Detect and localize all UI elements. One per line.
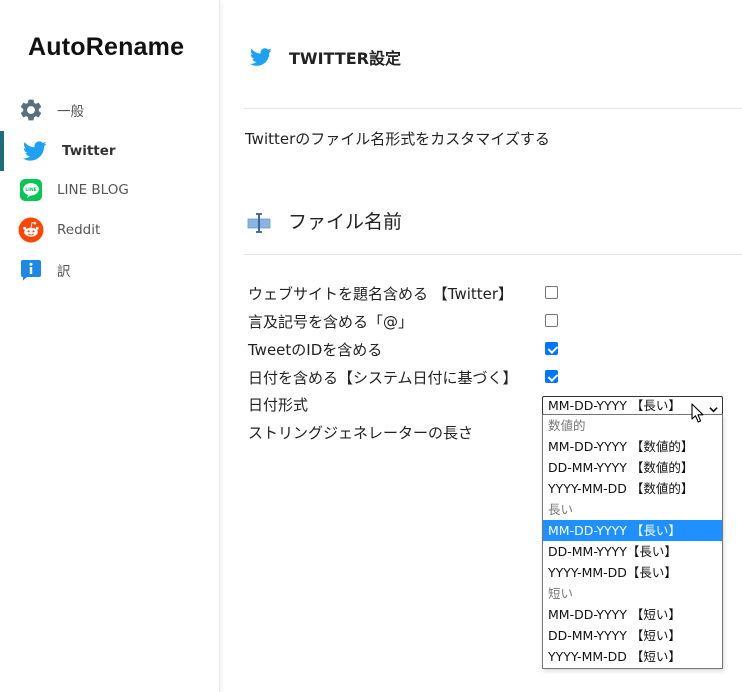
text-cursor-icon [247,211,271,235]
page-description: Twitterのファイル名形式をカスタマイズする [245,130,550,148]
sidebar-item-line-blog[interactable]: LINE LINE BLOG [0,172,220,208]
dropdown-option[interactable]: YYYY-MM-DD【長い】 [543,562,722,583]
active-indicator [0,131,4,171]
sidebar-item-label: 一般 [57,104,84,120]
info-icon [18,257,44,283]
chevron-down-icon [709,401,718,413]
app-title: AutoRename [28,33,185,61]
option-group-label: 長い [548,502,574,517]
reddit-icon [18,217,44,243]
twitter-icon [249,46,272,68]
dropdown-option[interactable]: DD-MM-YYYY 【短い】 [543,625,722,646]
section-title: ファイル名前 [288,211,403,233]
sidebar-item-reddit[interactable]: Reddit [0,212,220,248]
mouse-cursor-icon [690,403,706,425]
dropdown-option[interactable]: DD-MM-YYYY 【数値的】 [543,457,722,478]
option-label: 言及記号を含める「@」 [248,313,414,331]
sidebar-item-label: LINE BLOG [57,182,129,198]
divider [244,108,742,109]
gear-icon [18,97,44,123]
twitter-icon [22,138,48,164]
sidebar-item-label: Reddit [57,222,101,238]
include-date-checkbox[interactable] [545,370,558,383]
option-group-label: 短い [548,586,574,601]
divider [244,254,742,255]
select-value: MM-DD-YYYY 【長い】 [548,398,681,413]
dropdown-option[interactable]: MM-DD-YYYY 【数値的】 [543,436,722,457]
sidebar-item-twitter[interactable]: Twitter [0,131,220,171]
dropdown-option[interactable]: DD-MM-YYYY【長い】 [543,541,722,562]
sidebar-item-translation[interactable]: 訳 [0,252,220,288]
dropdown-option[interactable]: MM-DD-YYYY 【短い】 [543,604,722,625]
string-generator-length-label: ストリングジェネレーターの長さ [248,424,474,442]
date-format-dropdown: 数値的 MM-DD-YYYY 【数値的】 DD-MM-YYYY 【数値的】 YY… [542,414,723,669]
dropdown-option-selected[interactable]: MM-DD-YYYY 【長い】 [543,520,722,541]
svg-text:LINE: LINE [25,187,37,193]
line-icon: LINE [18,177,44,203]
page-title: TWITTER設定 [289,49,401,68]
sidebar: AutoRename 一般 Twitter LINE LINE BLOG Red… [0,0,220,692]
include-website-checkbox[interactable] [545,286,558,299]
sidebar-item-label: 訳 [57,264,71,280]
include-tweet-id-checkbox[interactable] [545,342,558,355]
date-format-label: 日付形式 [248,396,309,414]
sidebar-item-general[interactable]: 一般 [0,92,220,128]
sidebar-item-label: Twitter [62,143,116,159]
option-label: ウェブサイトを題名含める 【Twitter】 [248,285,514,303]
dropdown-option[interactable]: YYYY-MM-DD 【数値的】 [543,478,722,499]
dropdown-option[interactable]: YYYY-MM-DD 【短い】 [543,646,722,667]
option-label: TweetのIDを含める [248,341,383,359]
option-label: 日付を含める【システム日付に基づく】 [248,369,518,387]
include-mention-checkbox[interactable] [545,314,558,327]
